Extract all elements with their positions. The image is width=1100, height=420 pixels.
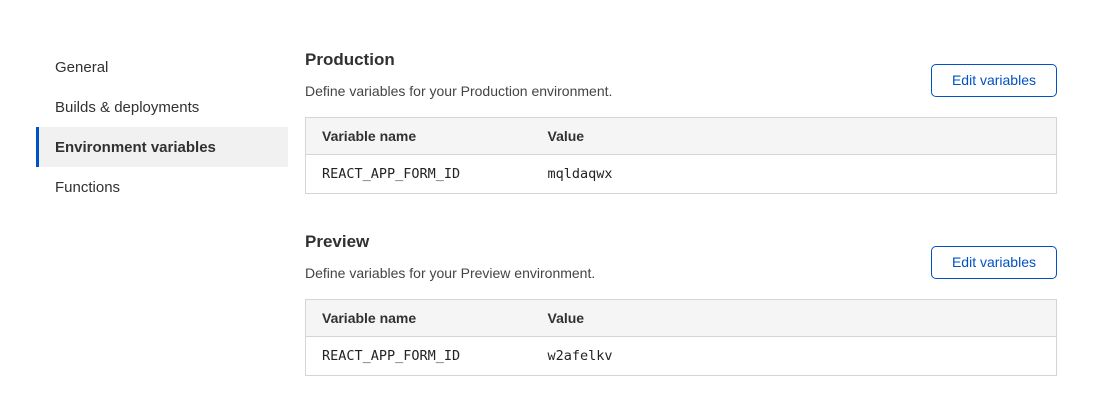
preview-section-title: Preview (305, 232, 595, 252)
sidebar-item-general[interactable]: General (39, 47, 288, 87)
variable-name-cell: REACT_APP_FORM_ID (306, 155, 532, 194)
edit-variables-button-preview[interactable]: Edit variables (931, 246, 1057, 279)
preview-section: Preview Define variables for your Previe… (305, 232, 1057, 376)
edit-variables-button-production[interactable]: Edit variables (931, 64, 1057, 97)
table-row: REACT_APP_FORM_ID w2afelkv (306, 337, 1057, 376)
column-header-value: Value (532, 300, 1057, 337)
variable-name-cell: REACT_APP_FORM_ID (306, 337, 532, 376)
variable-value-cell: w2afelkv (532, 337, 1057, 376)
table-header-row: Variable name Value (306, 300, 1057, 337)
preview-section-header: Preview Define variables for your Previe… (305, 232, 1057, 299)
production-section-title: Production (305, 50, 612, 70)
production-section-header: Production Define variables for your Pro… (305, 50, 1057, 117)
column-header-variable-name: Variable name (306, 118, 532, 155)
settings-sidebar: General Builds & deployments Environment… (36, 47, 288, 207)
sidebar-item-builds-deployments[interactable]: Builds & deployments (39, 87, 288, 127)
variable-value-cell: mqldaqwx (532, 155, 1057, 194)
production-section-description: Define variables for your Production env… (305, 83, 612, 99)
table-row: REACT_APP_FORM_ID mqldaqwx (306, 155, 1057, 194)
environment-variables-settings-page: General Builds & deployments Environment… (0, 0, 1100, 376)
table-header-row: Variable name Value (306, 118, 1057, 155)
column-header-value: Value (532, 118, 1057, 155)
preview-section-text: Preview Define variables for your Previe… (305, 232, 595, 299)
production-section-text: Production Define variables for your Pro… (305, 50, 612, 117)
sidebar-item-environment-variables[interactable]: Environment variables (36, 127, 288, 167)
settings-content: Production Define variables for your Pro… (288, 47, 1100, 376)
sidebar-item-functions[interactable]: Functions (39, 167, 288, 207)
production-section: Production Define variables for your Pro… (305, 50, 1057, 194)
column-header-variable-name: Variable name (306, 300, 532, 337)
preview-section-description: Define variables for your Preview enviro… (305, 265, 595, 281)
production-variables-table: Variable name Value REACT_APP_FORM_ID mq… (305, 117, 1057, 194)
preview-variables-table: Variable name Value REACT_APP_FORM_ID w2… (305, 299, 1057, 376)
